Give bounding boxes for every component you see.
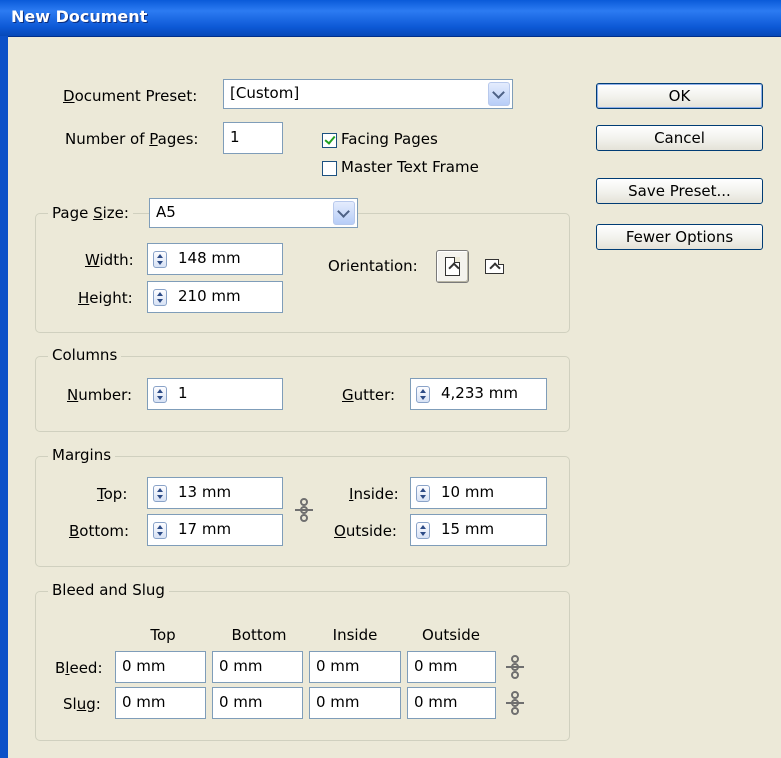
landscape-page-icon [485, 259, 504, 274]
spinner-icon[interactable] [416, 485, 430, 502]
margins-title: Margins [48, 446, 116, 464]
margin-top-value: 13 mm [178, 483, 232, 501]
document-preset-select[interactable]: [Custom] [223, 79, 513, 109]
width-value: 148 mm [178, 249, 241, 267]
bleed-inside-value: 0 mm [316, 657, 360, 675]
master-text-frame-checkbox[interactable] [322, 161, 337, 176]
margin-inside-input[interactable]: 10 mm [410, 477, 547, 509]
slug-top-value: 0 mm [122, 693, 166, 711]
slug-inside-input[interactable]: 0 mm [309, 687, 401, 719]
bleed-header-top: Top [150, 626, 176, 644]
number-label: Number: [67, 386, 133, 404]
outside-label: Outside: [334, 522, 397, 540]
bottom-label: Bottom: [69, 522, 130, 540]
bleed-header-inside: Inside [332, 626, 378, 644]
bleed-header-outside: Outside [422, 626, 480, 644]
bleed-header-bottom: Bottom [231, 626, 287, 644]
bleed-top-value: 0 mm [122, 657, 166, 675]
slug-outside-input[interactable]: 0 mm [407, 687, 496, 719]
master-text-frame-label: Master Text Frame [341, 158, 479, 176]
page-size-label: Page Size: [48, 204, 133, 222]
spinner-icon[interactable] [153, 485, 167, 502]
title-bar[interactable]: New Document [0, 0, 781, 37]
spinner-icon[interactable] [153, 251, 167, 268]
bleed-bottom-input[interactable]: 0 mm [212, 651, 303, 683]
slug-bottom-value: 0 mm [219, 693, 263, 711]
spinner-icon[interactable] [153, 522, 167, 539]
spinner-icon[interactable] [153, 386, 167, 403]
cancel-button[interactable]: Cancel [596, 125, 763, 151]
margin-inside-value: 10 mm [441, 483, 495, 501]
chevron-down-icon[interactable] [488, 82, 510, 106]
bleed-top-input[interactable]: 0 mm [115, 651, 206, 683]
margin-top-input[interactable]: 13 mm [147, 477, 283, 509]
slug-label: Slug: [63, 695, 101, 713]
margin-outside-value: 15 mm [441, 520, 495, 538]
number-of-pages-label: Number of Pages: [65, 130, 199, 148]
width-label: Width: [85, 251, 134, 269]
document-preset-label: Document Preset: [63, 87, 198, 105]
chain-link-icon[interactable] [506, 691, 524, 715]
chain-link-icon[interactable] [506, 655, 524, 679]
number-of-pages-input[interactable]: 1 [223, 122, 283, 154]
page-size-value: A5 [156, 203, 176, 221]
columns-number-value: 1 [178, 384, 188, 402]
height-input[interactable]: 210 mm [147, 281, 283, 313]
ok-button[interactable]: OK [596, 83, 763, 109]
gutter-value: 4,233 mm [441, 384, 518, 402]
fewer-options-button[interactable]: Fewer Options [596, 224, 763, 250]
columns-number-input[interactable]: 1 [147, 378, 283, 410]
page-size-select[interactable]: A5 [149, 198, 358, 228]
slug-bottom-input[interactable]: 0 mm [212, 687, 303, 719]
height-value: 210 mm [178, 287, 241, 305]
document-preset-value: [Custom] [230, 84, 300, 102]
facing-pages-label: Facing Pages [341, 130, 438, 148]
window-frame-left [0, 36, 8, 758]
spinner-icon[interactable] [153, 289, 167, 306]
chain-link-icon[interactable] [295, 498, 313, 522]
columns-title: Columns [48, 346, 122, 364]
height-label: Height: [78, 289, 133, 307]
gutter-label: Gutter: [342, 386, 396, 404]
save-preset-button[interactable]: Save Preset... [596, 178, 763, 204]
inside-label: Inside: [349, 485, 399, 503]
slug-top-input[interactable]: 0 mm [115, 687, 206, 719]
window-title: New Document [11, 7, 148, 26]
facing-pages-checkbox[interactable] [322, 133, 337, 148]
spinner-icon[interactable] [416, 522, 430, 539]
bleed-slug-title: Bleed and Slug [48, 581, 169, 599]
width-input[interactable]: 148 mm [147, 243, 283, 275]
bleed-label: Bleed: [55, 659, 103, 677]
margin-outside-input[interactable]: 15 mm [410, 514, 547, 546]
slug-outside-value: 0 mm [414, 693, 458, 711]
slug-inside-value: 0 mm [316, 693, 360, 711]
bleed-bottom-value: 0 mm [219, 657, 263, 675]
bleed-inside-input[interactable]: 0 mm [309, 651, 401, 683]
orientation-label: Orientation: [328, 257, 418, 275]
top-label: Top: [97, 485, 128, 503]
bleed-outside-input[interactable]: 0 mm [407, 651, 496, 683]
landscape-orientation-button[interactable] [480, 250, 513, 283]
portrait-page-icon [445, 257, 460, 276]
gutter-input[interactable]: 4,233 mm [410, 378, 547, 410]
margin-bottom-input[interactable]: 17 mm [147, 514, 283, 546]
bleed-outside-value: 0 mm [414, 657, 458, 675]
spinner-icon[interactable] [416, 386, 430, 403]
chevron-down-icon[interactable] [333, 201, 355, 225]
portrait-orientation-button[interactable] [436, 250, 469, 283]
number-of-pages-value: 1 [230, 128, 240, 146]
margin-bottom-value: 17 mm [178, 520, 232, 538]
